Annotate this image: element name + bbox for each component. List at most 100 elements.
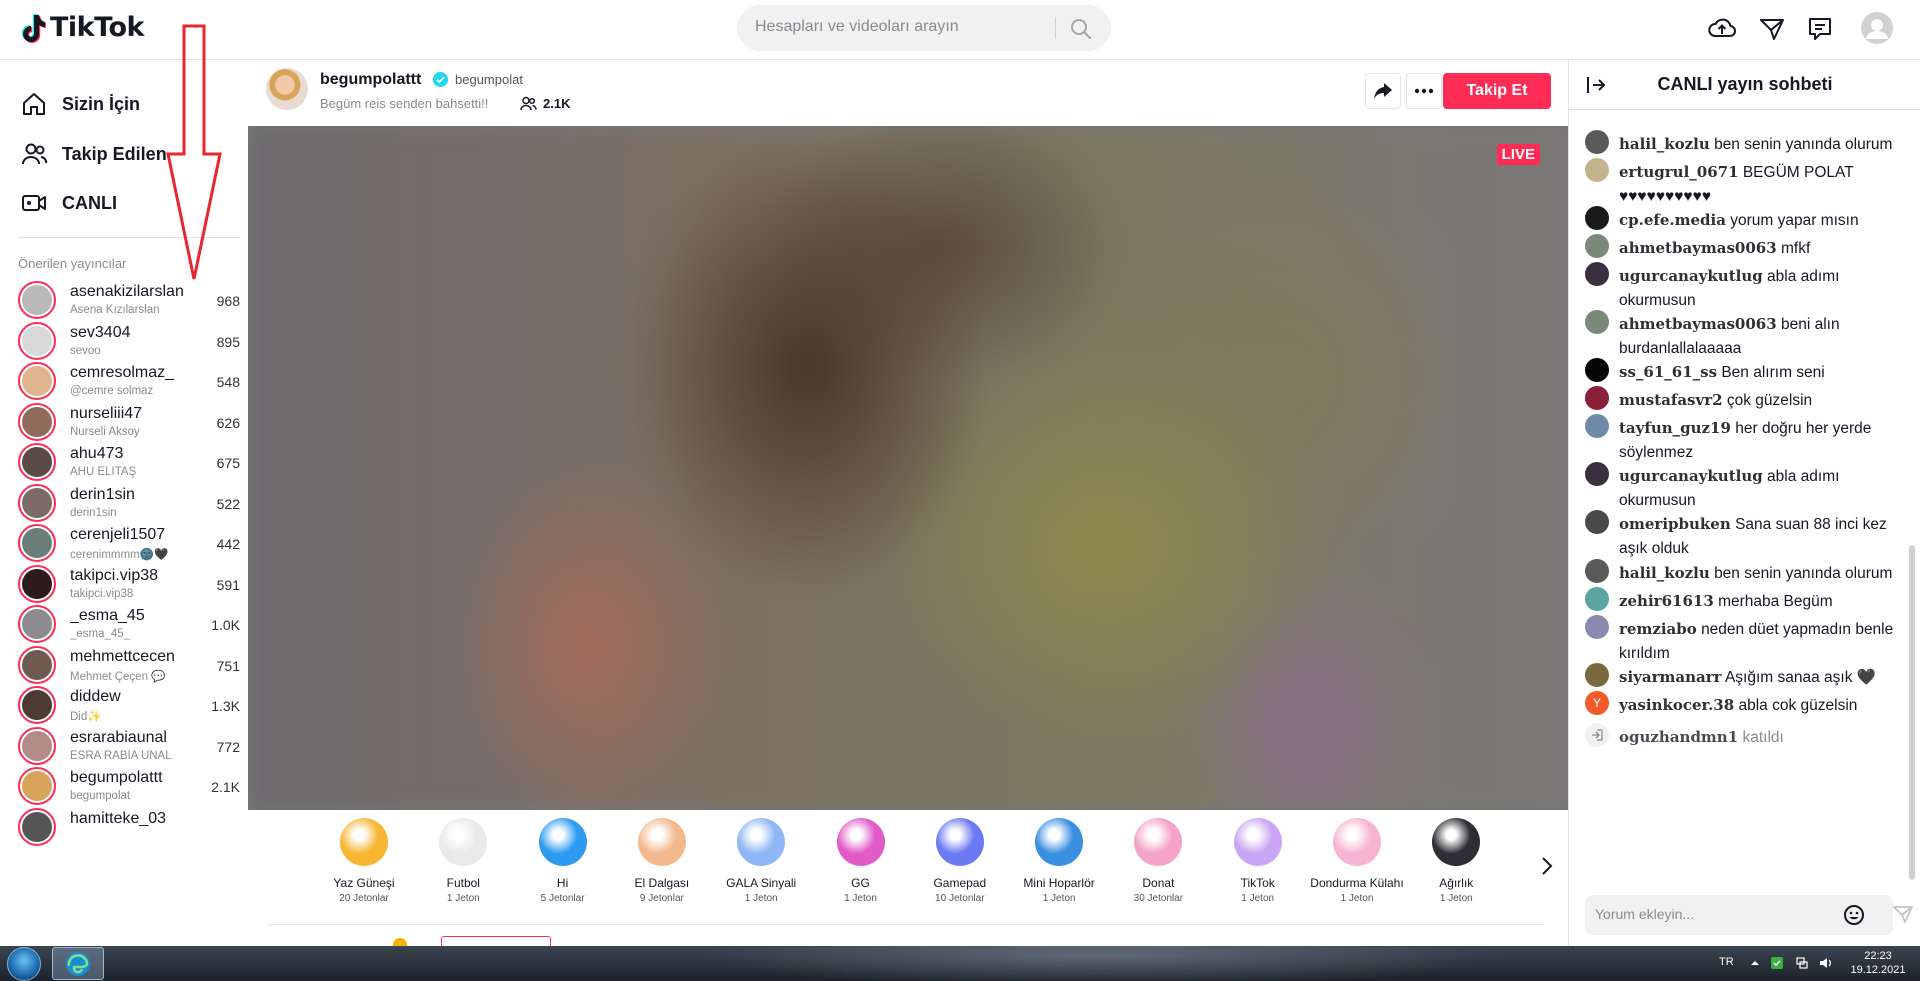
comment-input[interactable] bbox=[1595, 906, 1835, 922]
chat-avatar[interactable] bbox=[1585, 587, 1609, 611]
chat-avatar[interactable] bbox=[1585, 358, 1609, 382]
chat-avatar[interactable] bbox=[1585, 414, 1609, 438]
suggested-creator-item[interactable]: derin1sin derin1sin 522 bbox=[18, 480, 240, 526]
follow-button[interactable]: Takip Et bbox=[1443, 73, 1551, 109]
suggested-creator-item[interactable]: _esma_45 _esma_45_ 1.0K bbox=[18, 601, 240, 647]
emoji-icon[interactable] bbox=[1843, 904, 1865, 926]
host-avatar[interactable] bbox=[266, 68, 308, 110]
chat-avatar[interactable] bbox=[1585, 310, 1609, 334]
tiktok-logo[interactable]: TikTok bbox=[20, 12, 144, 43]
creator-viewer-count: 751 bbox=[216, 657, 240, 674]
nav-live[interactable]: CANLI bbox=[20, 186, 117, 220]
chat-username[interactable]: halil_kozlu bbox=[1619, 135, 1710, 153]
gift-icon bbox=[637, 818, 686, 866]
chat-avatar[interactable] bbox=[1585, 234, 1609, 258]
chat-avatar[interactable] bbox=[1585, 158, 1609, 182]
profile-avatar-icon[interactable] bbox=[1861, 12, 1893, 44]
gift-item[interactable]: Mini Hoparlör 1 Jeton bbox=[1009, 818, 1109, 904]
share-button[interactable] bbox=[1365, 73, 1401, 109]
chat-avatar[interactable] bbox=[1585, 386, 1609, 410]
creator-nickname: begumpolat bbox=[70, 790, 131, 802]
chat-username[interactable]: ugurcanaykutlug bbox=[1619, 267, 1763, 285]
gift-item[interactable]: Gamepad 10 Jetonlar bbox=[910, 818, 1010, 904]
chat-avatar[interactable] bbox=[1585, 559, 1609, 583]
host-handle: begumpolat bbox=[455, 72, 523, 87]
gift-item[interactable]: Ağırlık 1 Jeton bbox=[1406, 818, 1506, 904]
clock-time: 22:23 bbox=[1864, 950, 1892, 962]
chat-username[interactable]: oguzhandmn1 bbox=[1619, 728, 1738, 746]
nav-following[interactable]: Takip Edilen bbox=[20, 137, 167, 171]
chat-username[interactable]: ahmetbaymas0063 bbox=[1619, 315, 1777, 333]
suggested-creator-item[interactable]: ahu473 AHU ELİTAŞ 675 bbox=[18, 439, 240, 485]
live-video-player[interactable]: LIVE bbox=[248, 126, 1568, 810]
chat-username[interactable]: siyarmanarr bbox=[1619, 668, 1722, 686]
gift-item[interactable]: Futbol 1 Jeton bbox=[413, 818, 513, 904]
creator-avatar bbox=[18, 807, 56, 846]
chat-username[interactable]: tayfun_guz19 bbox=[1619, 419, 1731, 437]
chat-avatar[interactable] bbox=[1585, 262, 1609, 286]
send-comment-icon[interactable] bbox=[1892, 903, 1914, 925]
chevron-right-icon[interactable] bbox=[1538, 856, 1556, 876]
start-button-icon[interactable] bbox=[7, 947, 41, 981]
chat-avatar[interactable] bbox=[1585, 462, 1609, 486]
chat-avatar[interactable] bbox=[1585, 510, 1609, 534]
suggested-creator-item[interactable]: esrarabiaunal ESRA RABİA ÜNAL 772 bbox=[18, 723, 240, 769]
chat-avatar[interactable]: Y bbox=[1585, 691, 1609, 715]
chat-avatar[interactable] bbox=[1585, 615, 1609, 639]
suggested-creator-item[interactable]: cerenjeli1507 cerenimmmm🌚🖤 442 bbox=[18, 520, 240, 566]
chat-username[interactable]: remziabo bbox=[1619, 620, 1697, 638]
volume-icon[interactable] bbox=[1818, 956, 1832, 970]
chat-username[interactable]: yasinkocer.38 bbox=[1619, 696, 1734, 714]
gift-icon bbox=[1233, 818, 1282, 866]
chat-text: Ben alırım seni bbox=[1721, 364, 1825, 381]
recharge-button[interactable] bbox=[441, 936, 551, 946]
chat-username[interactable]: cp.efe.media bbox=[1619, 211, 1726, 229]
gift-price: 1 Jeton bbox=[446, 893, 480, 904]
send-message-icon[interactable] bbox=[1757, 14, 1787, 44]
suggested-creator-item[interactable]: mehmettcecen Mehmet Çeçen 💬 751 bbox=[18, 642, 240, 688]
chat-username[interactable]: mustafasvr2 bbox=[1619, 391, 1723, 409]
tray-expand-icon[interactable] bbox=[1748, 956, 1762, 970]
taskbar-clock[interactable]: 22:23 19.12.2021 bbox=[1843, 949, 1913, 977]
gift-item[interactable]: TikTok 1 Jeton bbox=[1208, 818, 1308, 904]
gift-item[interactable]: GG 1 Jeton bbox=[811, 818, 911, 904]
chat-avatar[interactable] bbox=[1585, 663, 1609, 687]
network-icon[interactable] bbox=[1795, 956, 1809, 970]
security-shield-icon[interactable] bbox=[1770, 956, 1784, 970]
chat-username[interactable]: ertugrul_0671 bbox=[1619, 163, 1739, 181]
more-options-button[interactable] bbox=[1406, 73, 1442, 109]
gift-item[interactable]: El Dalgası 9 Jetonlar bbox=[612, 818, 712, 904]
search-input[interactable] bbox=[755, 18, 1055, 36]
inbox-icon[interactable] bbox=[1805, 14, 1835, 44]
upload-cloud-icon[interactable] bbox=[1707, 14, 1737, 44]
search-icon[interactable] bbox=[1069, 17, 1093, 41]
chat-username[interactable]: ahmetbaymas0063 bbox=[1619, 239, 1777, 257]
suggested-creator-item[interactable]: takipci.vip38 takipci.vip38 591 bbox=[18, 561, 240, 607]
gift-item[interactable]: Dondurma Külahı 1 Jeton bbox=[1307, 818, 1407, 904]
chat-username[interactable]: ss_61_61_ss bbox=[1619, 363, 1717, 381]
gift-item[interactable]: Hi 5 Jetonlar bbox=[513, 818, 613, 904]
gift-price: 5 Jetonlar bbox=[540, 893, 585, 904]
chat-username[interactable]: halil_kozlu bbox=[1619, 564, 1710, 582]
suggested-creator-item[interactable]: hamitteke_03 bbox=[18, 804, 240, 850]
suggested-creator-item[interactable]: sev3404 sevoo 895 bbox=[18, 318, 240, 364]
language-indicator[interactable]: TR bbox=[1719, 956, 1734, 968]
suggested-creator-item[interactable]: cemresolmaz_ @cemre solmaz 548 bbox=[18, 358, 240, 404]
gift-item[interactable]: Yaz Güneşi 20 Jetonlar bbox=[314, 818, 414, 904]
taskbar-edge-browser[interactable] bbox=[52, 947, 104, 980]
chat-avatar[interactable] bbox=[1585, 130, 1609, 154]
suggested-creator-item[interactable]: begumpolattt begumpolat 2.1K bbox=[18, 763, 240, 809]
suggested-creator-item[interactable]: nurseliii47 Nurseli Aksoy 626 bbox=[18, 399, 240, 445]
chat-username[interactable]: zehir61613 bbox=[1619, 592, 1714, 610]
gift-item[interactable]: GALA Sinyali 1 Jeton bbox=[711, 818, 811, 904]
chat-username[interactable]: ugurcanaykutlug bbox=[1619, 467, 1763, 485]
chat-username[interactable]: omeripbuken bbox=[1619, 515, 1731, 533]
creator-nickname: takipci.vip38 bbox=[70, 587, 134, 600]
gift-item[interactable]: Donat 30 Jetonlar bbox=[1108, 818, 1208, 904]
host-username[interactable]: begumpolattt bbox=[320, 71, 421, 89]
chat-scrollbar[interactable] bbox=[1909, 545, 1915, 880]
nav-for-you[interactable]: Sizin İçin bbox=[20, 87, 140, 121]
suggested-creator-item[interactable]: diddew Did✨ 1.3K bbox=[18, 682, 240, 728]
chat-message-text: ahmetbaymas0063 mfkf bbox=[1619, 236, 1899, 261]
chat-avatar[interactable] bbox=[1585, 206, 1609, 230]
